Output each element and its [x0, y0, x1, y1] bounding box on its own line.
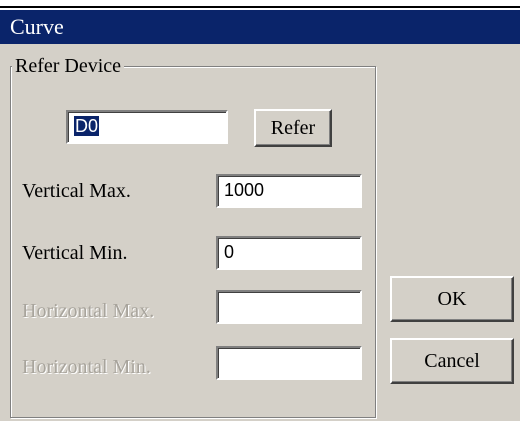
device-input-value: D0 — [74, 116, 100, 136]
vertical-max-input[interactable]: 1000 — [216, 174, 362, 208]
ok-button[interactable]: OK — [390, 276, 514, 322]
refer-button[interactable]: Refer — [254, 109, 332, 147]
cancel-button[interactable]: Cancel — [390, 338, 514, 384]
top-border — [0, 0, 520, 8]
refer-device-legend: Refer Device — [12, 56, 125, 76]
vertical-min-label: Vertical Min. — [22, 242, 128, 264]
vertical-min-input[interactable]: 0 — [216, 236, 362, 270]
window-title: Curve — [10, 14, 64, 39]
device-input[interactable]: D0 — [66, 110, 228, 144]
horizontal-max-input[interactable] — [216, 290, 362, 324]
horizontal-max-label: Horizontal Max. — [22, 300, 155, 322]
title-bar[interactable]: Curve — [0, 10, 520, 44]
horizontal-min-label: Horizontal Min. — [22, 356, 151, 378]
vertical-max-label: Vertical Max. — [22, 180, 131, 202]
horizontal-min-input[interactable] — [216, 346, 362, 380]
curve-dialog: Curve Refer Device D0 Refer Vertical Max… — [0, 10, 520, 421]
